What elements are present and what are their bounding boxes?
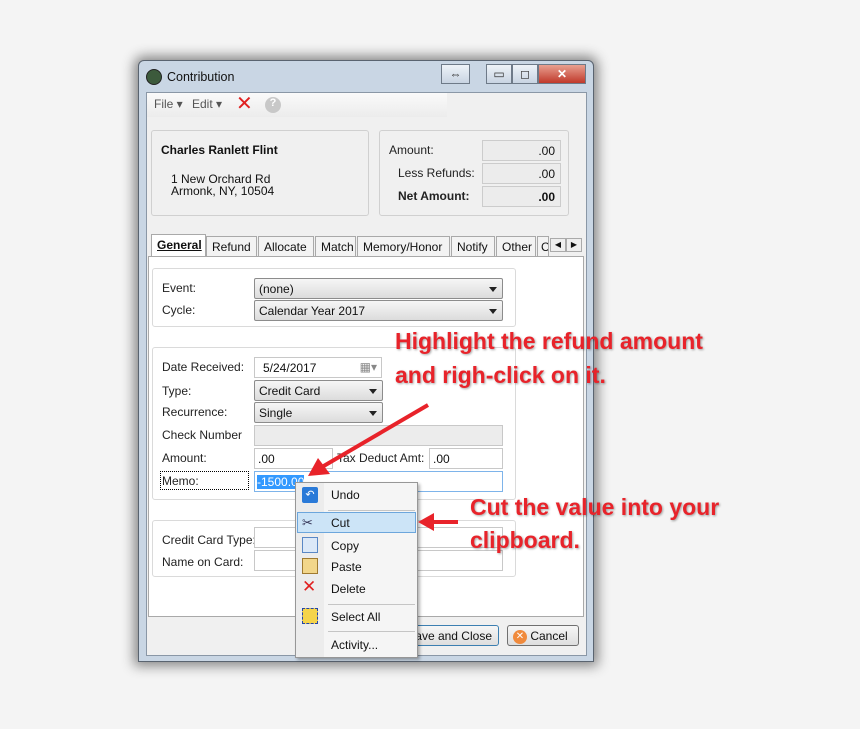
- arrow-to-cut-icon: [418, 513, 458, 531]
- annotation-arrows: [308, 403, 458, 531]
- arrow-to-memo-icon: [308, 403, 430, 476]
